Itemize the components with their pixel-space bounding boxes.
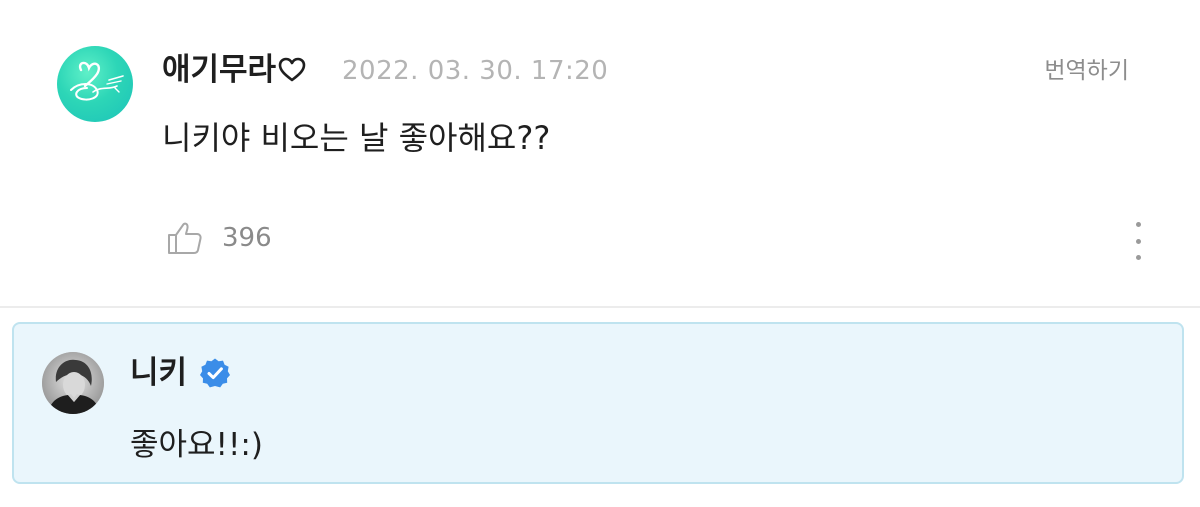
avatar[interactable] xyxy=(42,352,104,414)
comment-text: 니키야 비오는 날 좋아해요?? xyxy=(162,119,551,157)
comment-thread: 애기무라 2022. 03. 30. 17:20 번역하기 니키야 비오는 날 … xyxy=(0,0,1200,507)
reply-author-name: 니키 xyxy=(130,355,188,391)
like-button[interactable]: 396 xyxy=(166,218,272,258)
artist-photo-icon xyxy=(42,352,104,414)
comment-timestamp: 2022. 03. 30. 17:20 xyxy=(342,56,609,86)
more-options-icon xyxy=(1135,222,1141,227)
avatar-logo-icon xyxy=(70,61,124,101)
reply-author[interactable]: 니키 xyxy=(130,350,231,396)
more-options-dot xyxy=(1135,255,1141,260)
like-count: 396 xyxy=(222,223,272,253)
fan-comment: 애기무라 2022. 03. 30. 17:20 번역하기 니키야 비오는 날 … xyxy=(0,0,1200,306)
heart-outline-icon xyxy=(278,57,306,82)
comment-author-name: 애기무라 xyxy=(162,52,277,88)
avatar[interactable] xyxy=(57,46,133,122)
translate-button[interactable]: 번역하기 xyxy=(1044,53,1129,89)
comment-author[interactable]: 애기무라 xyxy=(162,48,306,92)
thumbs-up-icon xyxy=(168,222,202,254)
reply-text: 좋아요!!:) xyxy=(130,427,263,463)
verified-badge-icon xyxy=(200,358,231,388)
more-options-dot xyxy=(1135,238,1141,244)
artist-reply: 니키 좋아요!!:) xyxy=(12,322,1184,484)
divider xyxy=(0,306,1200,308)
more-options-button[interactable] xyxy=(1123,222,1153,260)
